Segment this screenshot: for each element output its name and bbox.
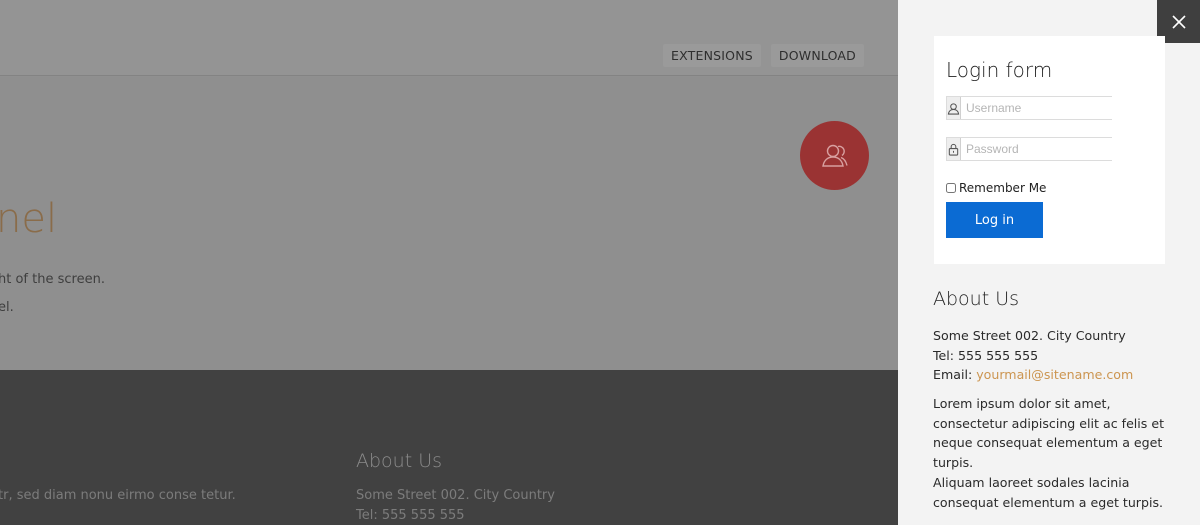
close-icon — [1171, 14, 1186, 29]
address-text: Some Street 002. City Country — [933, 328, 1126, 343]
background-page: EXTENSIONS DOWNLOAD nel ht of the screen… — [0, 0, 898, 525]
password-field — [946, 137, 1121, 161]
contact-info: Some Street 002. City Country Tel: 555 5… — [933, 326, 1178, 385]
login-form: Login form Remember Me — [934, 36, 1165, 264]
offcanvas-panel: Login form Remember Me — [898, 0, 1200, 525]
main-nav: EXTENSIONS DOWNLOAD — [663, 44, 864, 67]
tel-text: Tel: 555 555 555 — [933, 347, 1039, 363]
main-content — [0, 77, 898, 370]
username-field — [946, 96, 1121, 120]
footer-address: Some Street 002. City Country — [356, 488, 555, 503]
about-paragraph: Aliquam laoreet sodales lacinia consequa… — [933, 474, 1164, 510]
remember-me: Remember Me — [946, 181, 1046, 195]
offcanvas-toggle-button[interactable] — [800, 121, 869, 190]
about-us-title: About Us — [933, 288, 1020, 310]
email-row: Email: yourmail@sitename.com — [933, 365, 1178, 385]
footer-tel: Tel: 555 555 555 — [356, 508, 465, 523]
login-button[interactable]: Log in — [946, 202, 1043, 238]
nav-item-extensions[interactable]: EXTENSIONS — [663, 44, 761, 67]
intro-text-line: el. — [0, 300, 14, 315]
lock-icon — [947, 138, 961, 160]
password-input[interactable] — [961, 138, 1121, 160]
username-input[interactable] — [961, 97, 1121, 119]
login-form-title: Login form — [946, 58, 1053, 82]
about-description: Lorem ipsum dolor sit amet, consectetur … — [933, 394, 1178, 512]
user-icon — [947, 97, 961, 119]
remember-me-checkbox[interactable] — [946, 183, 956, 193]
remember-me-label: Remember Me — [959, 181, 1047, 195]
page-heading: nel — [0, 196, 58, 242]
about-paragraph: Lorem ipsum dolor sit amet, consectetur … — [933, 396, 1165, 471]
users-icon — [821, 144, 848, 167]
email-link[interactable]: yourmail@sitename.com — [976, 367, 1133, 382]
footer-text: tr, sed diam nonu eirmo conse tetur. — [0, 488, 236, 503]
email-label: Email: — [933, 367, 973, 383]
nav-item-download[interactable]: DOWNLOAD — [770, 44, 864, 67]
intro-text-line: ht of the screen. — [0, 272, 105, 287]
footer-about-title: About Us — [356, 450, 443, 472]
